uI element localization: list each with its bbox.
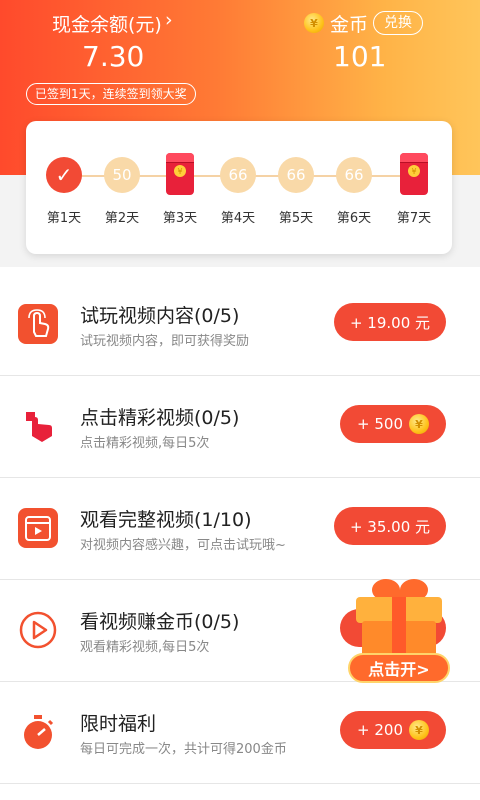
checkin-day-label: 第2天 (104, 211, 140, 226)
checkin-day-label: 第4天 (220, 211, 256, 226)
checkin-day-reward: 66 (278, 157, 314, 193)
chevron-right-icon[interactable]: › (165, 9, 173, 31)
checkin-card: ✓ 第1天 50 第2天 ¥ 第3天 66 第4天 66 第5天 66 第6天 … (26, 121, 452, 254)
video-clapper-icon (18, 508, 58, 548)
reward-amount: + 500 (357, 415, 403, 433)
red-packet-icon: ¥ (400, 153, 428, 195)
task-row-limited-bonus[interactable]: 限时福利 每日可完成一次，共计可得200金币 + 200 ¥ (0, 682, 480, 784)
play-circle-icon (19, 611, 57, 649)
reward-amount: + 19.00 元 (349, 313, 431, 332)
floating-gift-button[interactable]: 点击开> (342, 575, 458, 693)
checkin-day-label: 第3天 (162, 211, 198, 226)
checkin-day-label: 第1天 (46, 211, 82, 226)
reward-amount: + 200 (357, 721, 403, 739)
checkin-day-7[interactable]: ¥ 第7天 (384, 121, 444, 254)
task-row-full-video[interactable]: 观看完整视频(1/10) 对视频内容感兴趣，可点击试玩哦~ + 35.00 元 (0, 478, 480, 580)
cash-balance-label[interactable]: 现金余额(元) (52, 10, 162, 37)
task-title: 限时福利 (80, 713, 157, 735)
task-description: 观看精彩视频,每日5次 (80, 640, 210, 655)
task-title: 点击精彩视频(0/5) (80, 407, 240, 429)
checkin-day-6[interactable]: 66 第6天 (324, 121, 384, 254)
coin-icon: ¥ (408, 414, 429, 434)
task-row-click-video[interactable]: 点击精彩视频(0/5) 点击精彩视频,每日5次 + 500 ¥ (0, 376, 480, 478)
cash-balance-value: 7.30 (82, 40, 145, 73)
task-title: 观看完整视频(1/10) (80, 509, 252, 531)
reward-button[interactable]: + 35.00 元 (334, 507, 446, 545)
task-title: 试玩视频内容(0/5) (80, 305, 240, 327)
reward-button[interactable]: + 19.00 元 (334, 303, 446, 341)
checkin-day-3[interactable]: ¥ 第3天 (150, 121, 210, 254)
coin-balance-label: 金币 (330, 14, 369, 36)
checkmark-icon: ✓ (46, 157, 82, 193)
red-packet-icon: ¥ (166, 153, 194, 195)
checkin-day-5[interactable]: 66 第5天 (266, 121, 326, 254)
task-title: 看视频赚金币(0/5) (80, 611, 240, 633)
task-description: 对视频内容感兴趣，可点击试玩哦~ (80, 538, 286, 553)
checkin-day-reward: 66 (220, 157, 256, 193)
tap-hand-icon (18, 304, 58, 344)
task-description: 试玩视频内容，即可获得奖励 (80, 334, 250, 349)
checkin-day-label: 第5天 (278, 211, 314, 226)
coin-icon: ¥ (408, 720, 429, 740)
checkin-day-4[interactable]: 66 第4天 (208, 121, 268, 254)
checkin-day-2[interactable]: 50 第2天 (92, 121, 152, 254)
click-pointer-icon (26, 412, 52, 442)
coin-icon: ¥ (304, 13, 324, 33)
task-description: 每日可完成一次，共计可得200金币 (80, 742, 287, 757)
checkin-day-label: 第6天 (336, 211, 372, 226)
task-row-try-video[interactable]: 试玩视频内容(0/5) 试玩视频内容，即可获得奖励 + 19.00 元 (0, 274, 480, 376)
reward-button[interactable]: + 200 ¥ (340, 711, 446, 749)
checkin-day-reward: 66 (336, 157, 372, 193)
checkin-streak-badge: 已签到1天，连续签到领大奖 (26, 83, 196, 105)
checkin-day-1[interactable]: ✓ 第1天 (34, 121, 94, 254)
coin-balance-value: 101 (333, 40, 387, 73)
reward-button[interactable]: + 500 ¥ (340, 405, 446, 443)
reward-amount: + 35.00 元 (349, 517, 431, 536)
gift-open-label: 点击开> (348, 653, 450, 683)
stopwatch-icon (24, 715, 54, 749)
task-description: 点击精彩视频,每日5次 (80, 436, 210, 451)
checkin-day-label: 第7天 (396, 211, 432, 226)
checkin-day-reward: 50 (104, 157, 140, 193)
exchange-button[interactable]: 兑换 (373, 11, 423, 35)
